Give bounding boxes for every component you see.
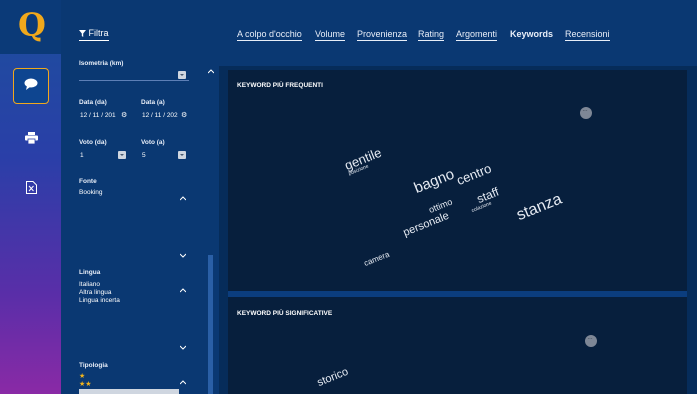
keyword-centro[interactable]: centro (454, 161, 493, 188)
app-logo[interactable]: Q (0, 0, 61, 54)
isometria-spinner[interactable] (178, 71, 186, 79)
chevron-up-icon[interactable] (179, 188, 187, 201)
data-da-input[interactable]: 12 / 11 / 201 (80, 112, 116, 119)
tab-a-colpo-d-occhio[interactable]: A colpo d'occhio (237, 29, 302, 41)
voto-da-label: Voto (da) (79, 139, 107, 146)
filter-toggle[interactable]: Filtra (79, 28, 109, 41)
keyword-storico[interactable]: storico (316, 366, 351, 389)
isometria-label: Isometria (km) (79, 60, 124, 67)
excel-file-icon (25, 181, 37, 199)
print-button[interactable] (13, 122, 49, 158)
data-a-label: Data (a) (141, 99, 165, 106)
tipologia-item[interactable]: ★ (79, 373, 85, 380)
lingua-label: Lingua (79, 269, 101, 276)
data-a-input[interactable]: 12 / 11 / 202 (142, 112, 178, 119)
chevron-up-icon[interactable] (207, 61, 215, 74)
tab-keywords[interactable]: Keywords (510, 29, 553, 40)
export-excel-button[interactable] (13, 172, 49, 208)
card-title: KEYWORD PIÙ SIGNIFICATIVE (237, 310, 333, 317)
app-sidebar: Q (0, 0, 61, 394)
keyword-camera[interactable]: camera (363, 250, 391, 268)
chevron-down-icon[interactable] (179, 337, 187, 350)
logo-letter: Q (18, 6, 46, 44)
chat-bubble-icon (24, 77, 38, 95)
voto-da-input[interactable]: 1 (80, 152, 84, 159)
calendar-icon[interactable]: ⚙ (121, 111, 127, 119)
tipologia-selected-row[interactable] (79, 389, 179, 394)
print-icon (24, 131, 38, 149)
tipologia-label: Tipologia (79, 362, 108, 369)
filter-panel: Filtra Isometria (km) Data (da) 12 / 11 … (61, 0, 219, 394)
chevron-up-icon[interactable] (179, 372, 187, 385)
voto-a-input[interactable]: 5 (142, 152, 146, 159)
isometria-field[interactable] (79, 80, 189, 81)
tab-argomenti[interactable]: Argomenti (456, 29, 498, 41)
voto-a-label: Voto (a) (141, 139, 165, 146)
filter-title: Filtra (88, 28, 109, 38)
more-options-icon[interactable] (585, 334, 597, 347)
tab-rating[interactable]: Rating (418, 29, 445, 41)
panel-scrollbar[interactable] (208, 255, 213, 394)
chevron-up-icon[interactable] (179, 280, 187, 293)
tab-recensioni[interactable]: Recensioni (565, 29, 610, 41)
tab-volume[interactable]: Volume (315, 29, 346, 41)
significant-keywords-card: KEYWORD PIÙ SIGNIFICATIVE storico (228, 297, 687, 394)
calendar-icon[interactable]: ⚙ (181, 111, 187, 119)
data-da-label: Data (da) (79, 99, 107, 106)
tab-bar: A colpo d'occhio Volume Provenienza Rati… (219, 0, 697, 66)
keyword-personale[interactable]: personale (402, 210, 451, 239)
list-item[interactable]: Lingua incerta (79, 297, 199, 305)
voto-a-spinner[interactable] (178, 151, 186, 159)
keyword-stanza[interactable]: stanza (514, 191, 564, 225)
tab-provenienza[interactable]: Provenienza (357, 29, 408, 41)
reviews-nav-button[interactable] (13, 68, 49, 104)
tipologia-item[interactable]: ★★ (79, 381, 92, 388)
chevron-down-icon[interactable] (179, 245, 187, 258)
voto-da-spinner[interactable] (118, 151, 126, 159)
funnel-icon (79, 29, 86, 39)
fonte-label: Fonte (79, 178, 97, 185)
keyword-bagno[interactable]: bagno (412, 166, 457, 197)
frequent-keywords-card: KEYWORD PIÙ FREQUENTI gentileposizioneba… (228, 70, 687, 291)
card-title: KEYWORD PIÙ FREQUENTI (237, 82, 323, 89)
more-options-icon[interactable] (580, 106, 592, 119)
